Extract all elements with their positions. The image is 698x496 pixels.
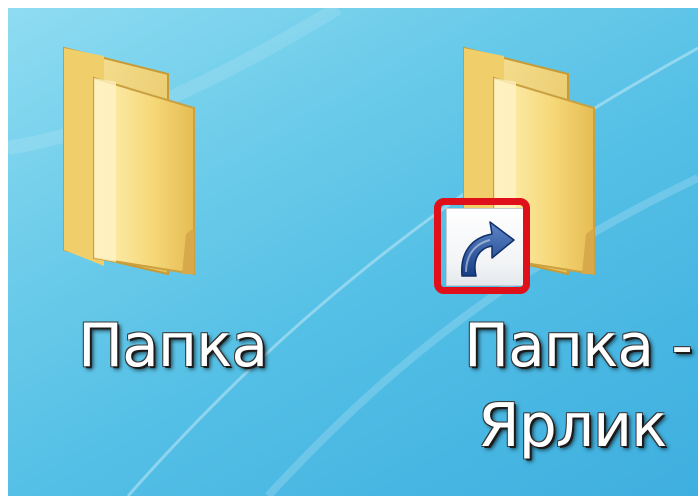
shortcut-arrow-badge [446,208,524,286]
shortcut-arrow-icon [461,221,515,277]
desktop: Папка Папка - Ярлик [8,8,698,496]
folder-shortcut-label-line2: Ярлик [478,391,667,461]
folder-label: Папка [78,311,268,381]
folder-icon [63,46,195,276]
folder-shortcut-label-line1: Папка - [464,311,693,381]
desktop-icon-folder[interactable]: Папка [38,8,268,478]
